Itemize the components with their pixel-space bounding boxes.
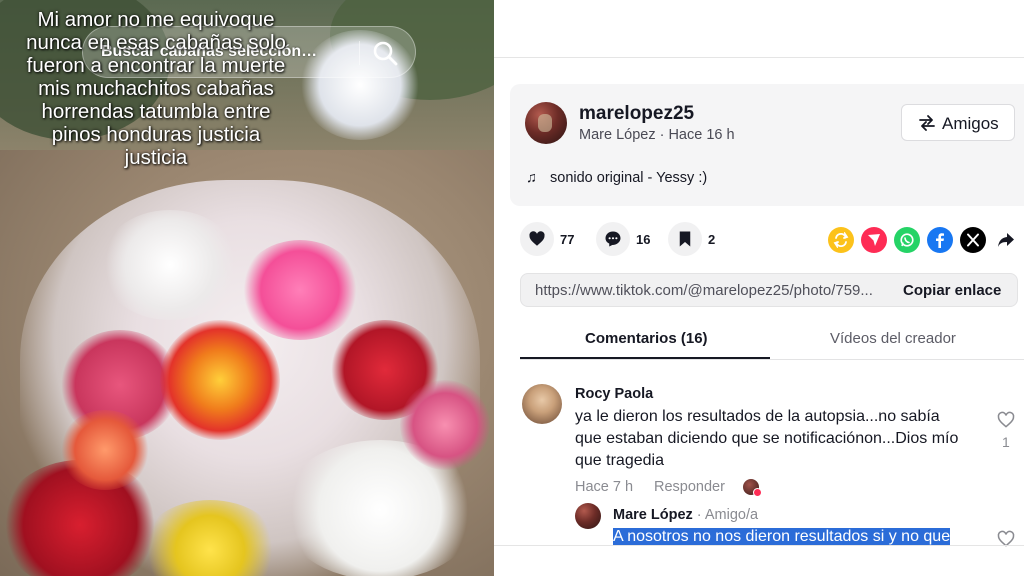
friends-button[interactable]: Amigos bbox=[901, 104, 1015, 141]
tab-creator-videos[interactable]: Vídeos del creador bbox=[830, 330, 956, 347]
search-icon[interactable] bbox=[371, 39, 399, 67]
send-icon[interactable] bbox=[861, 227, 887, 253]
comment-circle bbox=[596, 222, 630, 256]
sound-link[interactable]: ♫ sonido original - Yessy :) bbox=[526, 170, 707, 186]
reply-author[interactable]: Mare López · Amigo/a bbox=[613, 507, 758, 523]
reply-like-heart-icon[interactable] bbox=[996, 529, 1016, 549]
comment-bubble-icon bbox=[605, 231, 621, 247]
friend-badge: · Amigo/a bbox=[696, 507, 759, 523]
post-photo[interactable]: Buscar cabañas selección… Mi amor no me … bbox=[0, 0, 494, 576]
repost-icon[interactable] bbox=[828, 227, 854, 253]
action-bar: 77 16 2 bbox=[520, 222, 1020, 258]
reply-button[interactable]: Responder bbox=[654, 479, 725, 495]
copy-link-button[interactable]: Copiar enlace bbox=[903, 282, 1001, 299]
comment-like-count: 1 bbox=[1002, 434, 1010, 450]
author-avatar[interactable] bbox=[525, 102, 567, 144]
heart-icon bbox=[529, 231, 545, 246]
flower-cluster bbox=[100, 210, 240, 320]
sound-label: sonido original - Yessy :) bbox=[550, 170, 708, 186]
photo-caption: Mi amor no me equivoque nunca en esas ca… bbox=[26, 8, 286, 169]
commenter-avatar[interactable] bbox=[522, 384, 562, 424]
comment-count: 16 bbox=[636, 232, 651, 247]
tab-bar: Comentarios (16) Vídeos del creador bbox=[520, 322, 1024, 360]
post-url[interactable]: https://www.tiktok.com/@marelopez25/phot… bbox=[535, 282, 885, 299]
copy-link-box: https://www.tiktok.com/@marelopez25/phot… bbox=[520, 273, 1018, 307]
author-username[interactable]: marelopez25 bbox=[579, 103, 694, 125]
comment-like-heart-icon[interactable] bbox=[996, 410, 1016, 430]
flower-cluster bbox=[60, 410, 150, 490]
save-circle bbox=[668, 222, 702, 256]
x-icon[interactable] bbox=[960, 227, 986, 253]
header-divider bbox=[494, 57, 1024, 58]
music-note-icon: ♫ bbox=[526, 170, 537, 186]
creator-liked-heart-icon bbox=[753, 488, 762, 497]
swap-arrows-icon bbox=[919, 115, 935, 131]
share-arrow-icon[interactable] bbox=[993, 227, 1019, 253]
reply-author-name: Mare López bbox=[613, 507, 693, 523]
whatsapp-icon[interactable] bbox=[894, 227, 920, 253]
friends-label: Amigos bbox=[942, 114, 999, 133]
search-divider bbox=[359, 41, 360, 65]
active-tab-indicator bbox=[520, 357, 770, 359]
flower-cluster bbox=[160, 320, 280, 440]
flower-cluster bbox=[240, 240, 360, 340]
facebook-icon[interactable] bbox=[927, 227, 953, 253]
comment-item: Rocy Paola ya le dieron los resultados d… bbox=[520, 384, 1024, 504]
like-circle bbox=[520, 222, 554, 256]
flower-cluster bbox=[400, 380, 490, 470]
bookmark-icon bbox=[679, 231, 691, 247]
author-card: marelopez25 Mare López · Hace 16 h Amigo… bbox=[510, 84, 1024, 206]
commenter-name[interactable]: Rocy Paola bbox=[575, 386, 653, 402]
selected-reply-text: A nosotros no nos dieron resultados si y… bbox=[613, 528, 951, 545]
save-count: 2 bbox=[708, 232, 716, 247]
tab-comments[interactable]: Comentarios (16) bbox=[585, 330, 708, 347]
footer-divider bbox=[494, 545, 1024, 546]
author-subline: Mare López · Hace 16 h bbox=[579, 127, 735, 143]
like-count: 77 bbox=[560, 232, 575, 247]
reply-avatar[interactable] bbox=[575, 503, 601, 529]
comment-text: ya le dieron los resultados de la autops… bbox=[575, 408, 959, 469]
reply-item: Mare López · Amigo/a A nosotros no nos d… bbox=[575, 503, 1024, 576]
comment-time: Hace 7 h bbox=[575, 479, 634, 495]
